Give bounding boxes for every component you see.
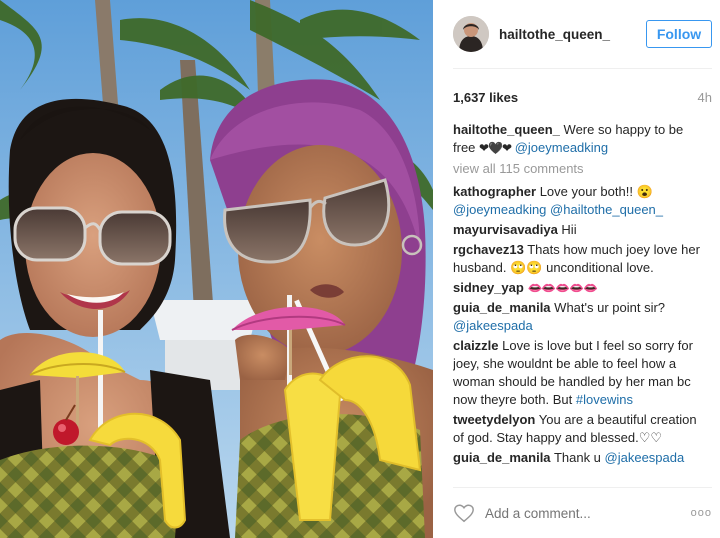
comment-row: guia_de_manila Thank u @jakeespada bbox=[453, 449, 705, 467]
likes-count[interactable]: 1,637 likes bbox=[453, 90, 518, 105]
comment-bar: ooo bbox=[453, 495, 712, 531]
post-header: hailtothe_queen_ Follow bbox=[433, 0, 720, 68]
comment-username[interactable]: claizzle bbox=[453, 338, 499, 353]
post-time[interactable]: 4h bbox=[698, 90, 712, 105]
comments-list: hailtothe_queen_ Were so happy to be fre… bbox=[453, 121, 705, 485]
comment-row: sidney_yap 👄👄👄👄👄 bbox=[453, 279, 705, 297]
post-photo[interactable] bbox=[0, 0, 433, 538]
avatar-image bbox=[453, 16, 489, 52]
selfie-illustration bbox=[0, 0, 433, 538]
add-comment-input[interactable] bbox=[485, 501, 690, 525]
post-sidebar: hailtothe_queen_ Follow 1,637 likes 4h h… bbox=[433, 0, 720, 538]
caption: hailtothe_queen_ Were so happy to be fre… bbox=[453, 121, 705, 157]
header-divider bbox=[453, 68, 712, 69]
comment-row: guia_de_manila What's ur point sir? @jak… bbox=[453, 299, 705, 335]
view-all-comments-link[interactable]: view all 115 comments bbox=[453, 160, 705, 178]
instagram-post: hailtothe_queen_ Follow 1,637 likes 4h h… bbox=[0, 0, 720, 538]
more-options-icon[interactable]: ooo bbox=[690, 507, 712, 519]
comment-text: What's ur point sir? bbox=[554, 300, 666, 315]
author-username[interactable]: hailtothe_queen_ bbox=[499, 27, 646, 42]
heart-outline-icon[interactable] bbox=[453, 502, 475, 524]
caption-emoji: ❤🖤❤ bbox=[479, 141, 512, 155]
comment-row: tweetydelyon You are a beautiful creatio… bbox=[453, 411, 705, 447]
comment-mention[interactable]: @jakeespada bbox=[605, 450, 685, 465]
caption-mention[interactable]: @joeymeadking bbox=[515, 140, 608, 155]
comment-mention[interactable]: #lovewins bbox=[576, 392, 633, 407]
avatar[interactable] bbox=[453, 16, 489, 52]
follow-button[interactable]: Follow bbox=[646, 20, 712, 48]
post-stats: 1,637 likes 4h bbox=[453, 88, 712, 106]
comment-mention[interactable]: @jakeespada bbox=[453, 318, 533, 333]
comment-username[interactable]: mayurvisavadiya bbox=[453, 222, 558, 237]
comment-row: rgchavez13 Thats how much joey love her … bbox=[453, 241, 705, 277]
comment-mention[interactable]: @hailtothe_queen_ bbox=[550, 202, 663, 217]
comment-username[interactable]: kathographer bbox=[453, 184, 536, 199]
comment-emoji: 👄👄👄👄👄 bbox=[527, 281, 598, 295]
comment-username[interactable]: rgchavez13 bbox=[453, 242, 524, 257]
comment-row: claizzle Love is love but I feel so sorr… bbox=[453, 337, 705, 409]
comment-text: Hii bbox=[561, 222, 577, 237]
comment-text: Love your both!! 😮 bbox=[539, 184, 653, 199]
comment-text: Thank u bbox=[553, 450, 605, 465]
comment-row: kathographer Love your both!! 😮 @joeymead… bbox=[453, 183, 705, 219]
comment-rows: kathographer Love your both!! 😮 @joeymead… bbox=[453, 183, 705, 467]
comment-username[interactable]: guia_de_manila bbox=[453, 450, 551, 465]
footer-divider bbox=[453, 487, 712, 488]
comment-row: mayurvisavadiya Hii bbox=[453, 221, 705, 239]
comment-mention[interactable]: @joeymeadking bbox=[453, 202, 546, 217]
comment-username[interactable]: tweetydelyon bbox=[453, 412, 535, 427]
comment-username[interactable]: guia_de_manila bbox=[453, 300, 551, 315]
caption-username[interactable]: hailtothe_queen_ bbox=[453, 122, 560, 137]
comment-username[interactable]: sidney_yap bbox=[453, 280, 524, 295]
